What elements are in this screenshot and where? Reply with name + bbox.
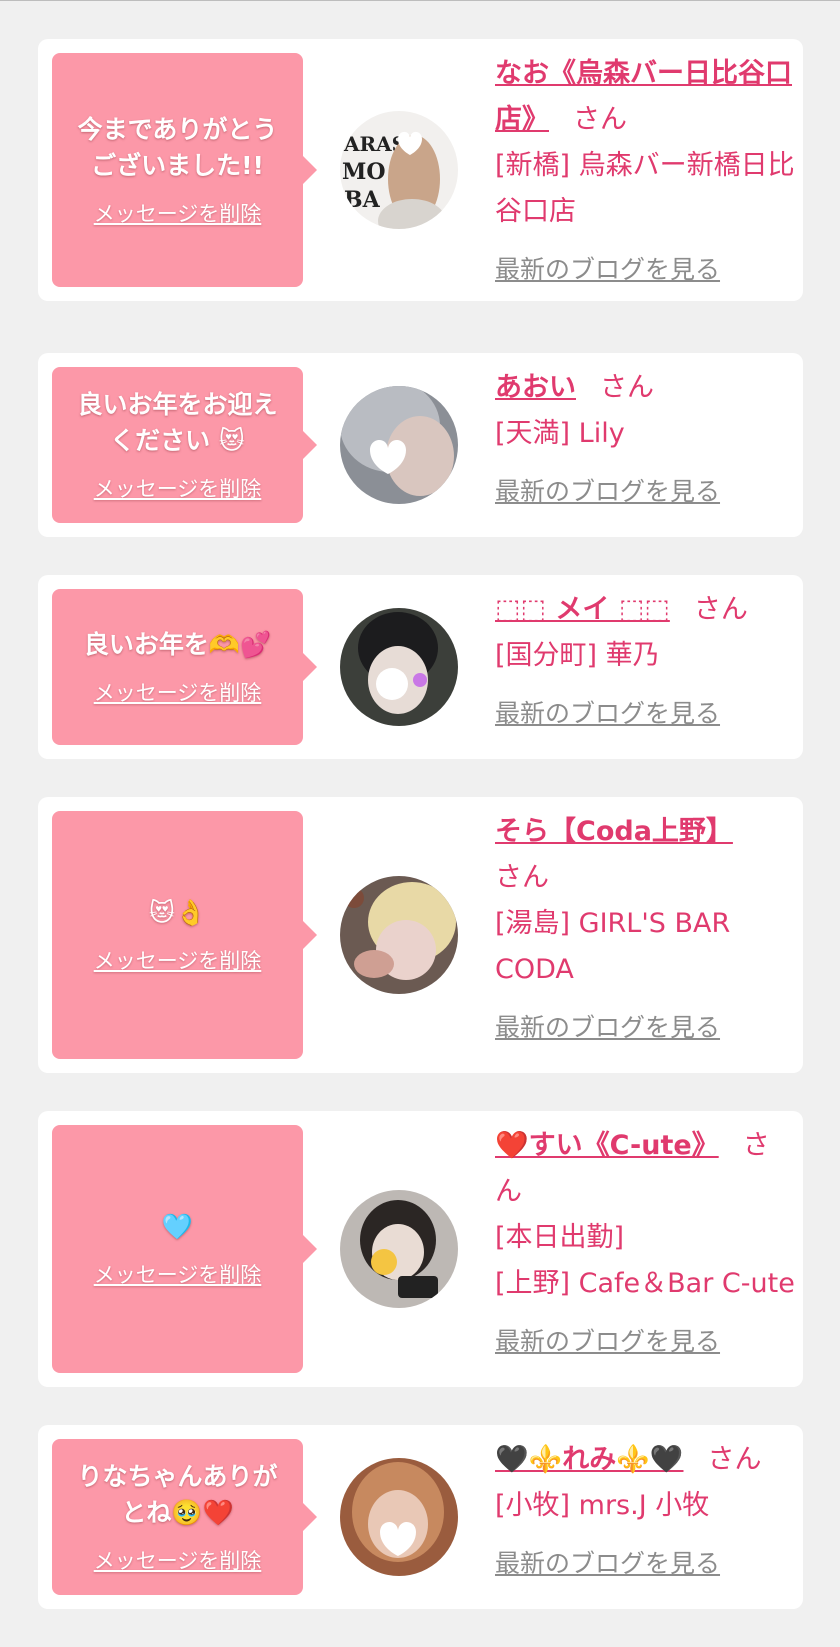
message-card: 今までありがとう ございました!! メッセージを削除 ARAS MO BA なお…	[38, 39, 803, 301]
shop-info: [上野] Cafe＆Bar C-ute	[495, 1268, 795, 1299]
delete-message-link[interactable]: メッセージを削除	[94, 1259, 262, 1289]
cast-info: なお《烏森バー日比谷口店》 さん [新橋] 烏森バー新橋日比谷口店 最新のブログを…	[495, 51, 795, 293]
avatar-photo	[340, 386, 458, 504]
avatar-photo	[340, 1190, 458, 1308]
avatar[interactable]	[340, 1190, 458, 1308]
honorific: さん	[495, 862, 549, 893]
latest-blog-link[interactable]: 最新のブログを見る	[495, 469, 720, 515]
shop-status: [本日出勤]	[495, 1222, 625, 1253]
shop-info: [国分町] 華乃	[495, 640, 660, 671]
latest-blog-link[interactable]: 最新のブログを見る	[495, 1319, 720, 1365]
latest-blog-link[interactable]: 最新のブログを見る	[495, 247, 720, 293]
avatar[interactable]	[340, 608, 458, 726]
message-text: 良いお年を🫶💕	[83, 630, 272, 659]
message-bubble: 良いお年をお迎え ください 😻 メッセージを削除	[52, 367, 317, 523]
message-card: 😻👌 メッセージを削除 そら【Coda上野】 さん [湯島] GIRL'S BA…	[38, 797, 803, 1073]
message-card: りなちゃんありが とね🥹❤️ メッセージを削除 🖤⚜️れみ⚜️🖤 さん [小牧] …	[38, 1425, 803, 1609]
cast-name-link[interactable]: なお《烏森バー日比谷口店》	[495, 58, 792, 135]
message-card: 良いお年を🫶💕 メッセージを削除 ⬚⬚ メイ ⬚⬚ さん [国分町] 華乃 最新の…	[38, 575, 803, 759]
svg-text:MO: MO	[342, 159, 386, 185]
avatar[interactable]	[340, 1458, 458, 1576]
delete-message-link[interactable]: メッセージを削除	[94, 945, 262, 975]
avatar-photo	[340, 876, 458, 994]
honorific: さん	[707, 1444, 762, 1475]
honorific: さん	[573, 104, 627, 135]
cast-info: そら【Coda上野】 さん [湯島] GIRL'S BAR CODA 最新のブロ…	[495, 809, 795, 1051]
delete-message-link[interactable]: メッセージを削除	[94, 198, 262, 228]
avatar-photo	[340, 1458, 458, 1576]
message-bubble: 今までありがとう ございました!! メッセージを削除	[52, 53, 317, 287]
cast-name-link[interactable]: そら【Coda上野】	[495, 816, 733, 847]
shop-info: [小牧] mrs.J 小牧	[495, 1490, 710, 1521]
cast-info: ❤️すい《C-ute》 さん [本日出勤] [上野] Cafe＆Bar C-ute…	[495, 1123, 795, 1365]
latest-blog-link[interactable]: 最新のブログを見る	[495, 691, 720, 737]
cast-name-link[interactable]: あおい	[495, 372, 576, 403]
message-text: 良いお年をお迎え ください 😻	[77, 390, 278, 455]
cast-info: 🖤⚜️れみ⚜️🖤 さん [小牧] mrs.J 小牧 最新のブログを見る	[495, 1437, 795, 1587]
message-list: 今までありがとう ございました!! メッセージを削除 ARAS MO BA なお…	[0, 1, 840, 1647]
message-text: 今までありがとう ございました!!	[77, 115, 278, 180]
message-text: りなちゃんありが とね🥹❤️	[77, 1462, 278, 1527]
cast-info: ⬚⬚ メイ ⬚⬚ さん [国分町] 華乃 最新のブログを見る	[495, 587, 795, 737]
latest-blog-link[interactable]: 最新のブログを見る	[495, 1005, 720, 1051]
avatar-photo	[340, 608, 458, 726]
shop-info: [天満] Lily	[495, 418, 625, 449]
cast-name-link[interactable]: ⬚⬚ メイ ⬚⬚	[495, 594, 670, 625]
delete-message-link[interactable]: メッセージを削除	[94, 677, 262, 707]
delete-message-link[interactable]: メッセージを削除	[94, 473, 262, 503]
avatar[interactable]	[340, 876, 458, 994]
cast-name-link[interactable]: ❤️すい《C-ute》	[495, 1130, 719, 1161]
cast-name-link[interactable]: 🖤⚜️れみ⚜️🖤	[495, 1444, 683, 1475]
message-bubble: 🩵 メッセージを削除	[52, 1125, 317, 1373]
message-text: 🩵	[161, 1212, 194, 1241]
honorific: さん	[600, 372, 654, 403]
message-bubble: 良いお年を🫶💕 メッセージを削除	[52, 589, 317, 745]
message-bubble: 😻👌 メッセージを削除	[52, 811, 317, 1059]
honorific: さん	[693, 594, 748, 625]
message-card: 🩵 メッセージを削除 ❤️すい《C-ute》 さん [本日出勤] [上野] Caf…	[38, 1111, 803, 1387]
svg-text:BA: BA	[344, 187, 381, 213]
delete-message-link[interactable]: メッセージを削除	[94, 1545, 262, 1575]
avatar-photo: ARAS MO BA	[340, 111, 458, 229]
message-card: 良いお年をお迎え ください 😻 メッセージを削除 あおい さん [天満] Lily…	[38, 353, 803, 537]
cast-info: あおい さん [天満] Lily 最新のブログを見る	[495, 365, 795, 515]
avatar[interactable]	[340, 386, 458, 504]
avatar[interactable]: ARAS MO BA	[340, 111, 458, 229]
shop-info: [湯島] GIRL'S BAR CODA	[495, 908, 731, 985]
latest-blog-link[interactable]: 最新のブログを見る	[495, 1541, 720, 1587]
shop-info: [新橋] 烏森バー新橋日比谷口店	[495, 150, 795, 227]
message-text: 😻👌	[148, 898, 207, 927]
message-bubble: りなちゃんありが とね🥹❤️ メッセージを削除	[52, 1439, 317, 1595]
